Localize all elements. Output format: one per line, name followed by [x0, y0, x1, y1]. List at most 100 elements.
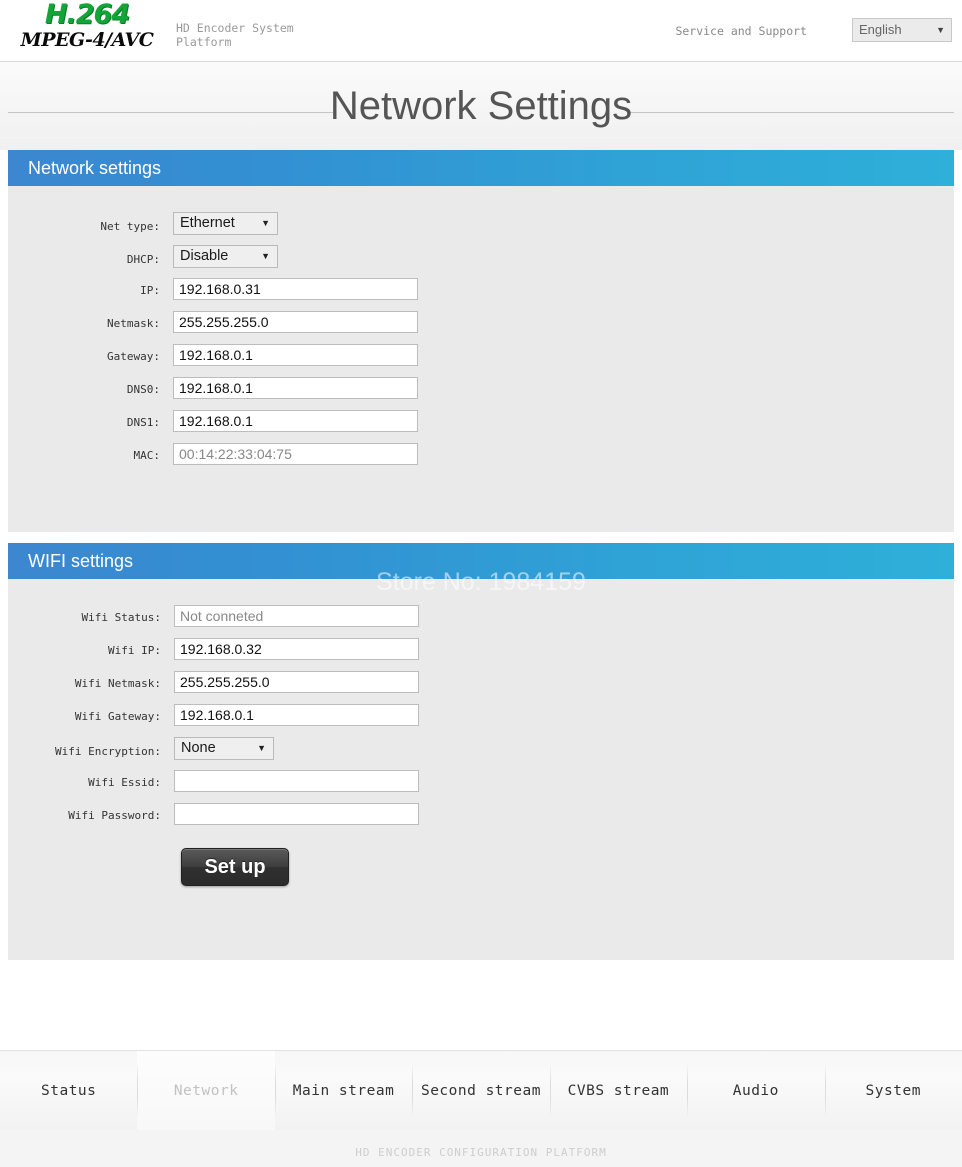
wifi-wifi-encryption-select[interactable]: None ▼ — [174, 737, 274, 760]
field-wrapper — [173, 410, 418, 432]
select-value: Disable — [180, 248, 229, 264]
network-netmask-input[interactable] — [173, 311, 418, 333]
wifi-wifi-essid-label: Wifi Essid: — [88, 776, 161, 789]
field-wrapper — [173, 443, 418, 465]
field-wrapper: Ethernet ▼ — [173, 212, 278, 235]
nav-item-label: Main stream — [292, 1082, 395, 1099]
language-select[interactable]: English ▼ — [852, 18, 952, 42]
wifi-wifi-gateway-label: Wifi Gateway: — [74, 710, 161, 723]
form-row: Wifi Gateway: — [8, 704, 954, 737]
field-wrapper — [174, 803, 419, 825]
nav-item-label: Audio — [732, 1082, 779, 1099]
wifi-wifi-ip-label: Wifi IP: — [108, 644, 161, 657]
network-dns1-input[interactable] — [173, 410, 418, 432]
field-wrapper — [174, 671, 419, 693]
form-row: Wifi Password: — [8, 803, 954, 836]
panel-gap — [0, 532, 962, 543]
page-title: Network Settings — [329, 84, 633, 128]
network-ip-label: IP: — [140, 284, 160, 297]
chevron-down-icon: ▼ — [261, 251, 270, 261]
form-row: DNS0: — [8, 377, 954, 410]
form-row: DHCP: Disable ▼ — [8, 245, 954, 278]
page-title-section: Network Settings — [0, 62, 962, 150]
nav-item-label: Network — [173, 1082, 239, 1099]
field-wrapper — [173, 278, 418, 300]
nav-item-label: CVBS stream — [567, 1082, 670, 1099]
network-dhcp-select[interactable]: Disable ▼ — [173, 245, 278, 268]
field-wrapper — [174, 605, 419, 627]
nav-item-audio[interactable]: Audio — [687, 1051, 824, 1130]
wifi-wifi-password-input[interactable] — [174, 803, 419, 825]
wifi-wifi-status-label: Wifi Status: — [81, 611, 161, 624]
network-net-type-select[interactable]: Ethernet ▼ — [173, 212, 278, 235]
network-mac-label: MAC: — [133, 449, 161, 462]
wifi-wifi-password-label: Wifi Password: — [68, 809, 161, 822]
wifi-wifi-encryption-label: Wifi Encryption: — [55, 745, 161, 758]
nav-item-main-stream[interactable]: Main stream — [274, 1051, 412, 1130]
footer-text: HD ENCODER CONFIGURATION PLATFORM — [355, 1146, 607, 1159]
nav-item-label: Second stream — [420, 1082, 541, 1099]
field-wrapper — [174, 770, 419, 792]
network-dns0-input[interactable] — [173, 377, 418, 399]
form-row: Wifi IP: — [8, 638, 954, 671]
wifi-form: Wifi Status: Wifi IP: Wifi Netmask: Wifi Ga… — [8, 579, 954, 836]
network-ip-input[interactable] — [173, 278, 418, 300]
network-settings-body: Net type: Ethernet ▼ DHCP: Disable ▼ IP: Netmas… — [8, 186, 954, 532]
form-row: Wifi Status: — [8, 605, 954, 638]
network-mac-input — [173, 443, 418, 465]
select-value: None — [181, 740, 216, 756]
set-up-button[interactable]: Set up — [181, 848, 289, 886]
nav-item-system[interactable]: System — [824, 1051, 962, 1130]
service-and-support-link[interactable]: Service and Support — [675, 24, 807, 38]
nav-item-label: System — [865, 1082, 921, 1099]
bottom-navigation: Status Network Main stream Second stream CVB… — [0, 1037, 962, 1167]
nav-item-second-stream[interactable]: Second stream — [412, 1051, 549, 1130]
wifi-settings-header: WIFI settings — [8, 543, 954, 590]
network-settings-header: Network settings — [8, 150, 954, 197]
form-row: DNS1: — [8, 410, 954, 443]
nav-bar: Status Network Main stream Second stream CVB… — [0, 1050, 962, 1130]
form-row: Netmask: — [8, 311, 954, 344]
wifi-settings-header-title: WIFI settings — [28, 551, 134, 571]
wifi-wifi-ip-input[interactable] — [174, 638, 419, 660]
network-gateway-input[interactable] — [173, 344, 418, 366]
network-dns1-label: DNS1: — [126, 416, 160, 429]
logo: H.264 MPEG-4/AVC — [12, 0, 162, 52]
network-settings-header-title: Network settings — [28, 158, 162, 178]
active-tab-pointer-icon — [198, 1037, 222, 1050]
network-dhcp-label: DHCP: — [126, 253, 160, 266]
nav-item-label: Status — [41, 1082, 97, 1099]
network-netmask-label: Netmask: — [107, 317, 160, 330]
nav-item-status[interactable]: Status — [0, 1051, 137, 1130]
wifi-wifi-netmask-input[interactable] — [174, 671, 419, 693]
chevron-down-icon: ▼ — [936, 25, 945, 35]
form-row: Wifi Essid: — [8, 770, 954, 803]
field-wrapper — [173, 311, 418, 333]
wifi-wifi-gateway-input[interactable] — [174, 704, 419, 726]
form-row: Net type: Ethernet ▼ — [8, 212, 954, 245]
field-wrapper — [174, 704, 419, 726]
wifi-wifi-status-input — [174, 605, 419, 627]
field-wrapper — [174, 638, 419, 660]
chevron-down-icon: ▼ — [261, 218, 270, 228]
select-value: Ethernet — [180, 215, 235, 231]
wifi-wifi-essid-input[interactable] — [174, 770, 419, 792]
network-dns0-label: DNS0: — [126, 383, 160, 396]
form-row: Wifi Encryption: None ▼ — [8, 737, 954, 770]
wifi-settings-body: Wifi Status: Wifi IP: Wifi Netmask: Wifi Ga… — [8, 579, 954, 960]
logo-h264-text: H.264 — [44, 0, 130, 30]
form-row: MAC: — [8, 443, 954, 476]
logo-mpeg-text: MPEG-4/AVC — [20, 29, 154, 51]
wifi-wifi-netmask-label: Wifi Netmask: — [74, 677, 161, 690]
form-row: Gateway: — [8, 344, 954, 377]
header-subtitle: HD Encoder System Platform — [176, 21, 294, 49]
form-row: Wifi Netmask: — [8, 671, 954, 704]
nav-item-network[interactable]: Network — [137, 1051, 275, 1130]
network-net-type-label: Net type: — [100, 220, 160, 233]
field-wrapper — [173, 377, 418, 399]
site-header: H.264 MPEG-4/AVC HD Encoder System Platf… — [0, 0, 962, 62]
network-gateway-label: Gateway: — [107, 350, 160, 363]
chevron-down-icon: ▼ — [257, 743, 266, 753]
language-select-value: English — [859, 22, 902, 37]
nav-item-cvbs-stream[interactable]: CVBS stream — [549, 1051, 687, 1130]
